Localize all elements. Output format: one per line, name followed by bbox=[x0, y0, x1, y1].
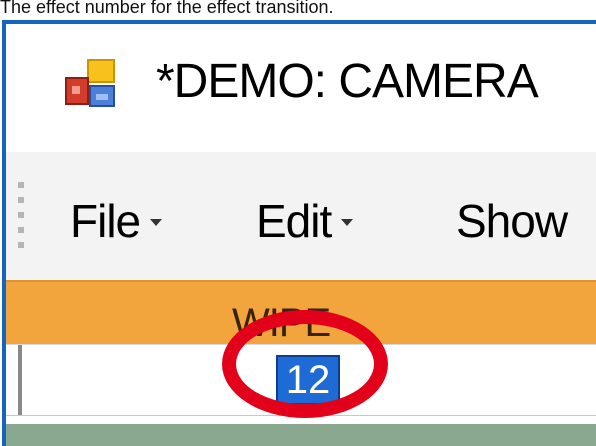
dropdown-arrow-icon bbox=[341, 219, 354, 227]
column-header-wipe[interactable]: WIPE bbox=[6, 280, 596, 345]
title-bar: *DEMO: CAMERA bbox=[6, 24, 596, 150]
app-icon bbox=[60, 56, 118, 112]
dropdown-arrow-icon bbox=[150, 219, 163, 227]
menu-file-label: File bbox=[70, 195, 141, 247]
row-edge bbox=[18, 345, 22, 415]
menu-bar: File Edit Show bbox=[6, 152, 596, 290]
next-row-strip bbox=[6, 424, 596, 446]
column-header-label: WIPE bbox=[232, 301, 331, 345]
app-window: *DEMO: CAMERA File Edit Show WIPE 12 bbox=[2, 20, 596, 446]
window-title: *DEMO: CAMERA bbox=[156, 55, 539, 108]
menu-show[interactable]: Show bbox=[456, 194, 568, 248]
table-row: 12 bbox=[6, 344, 596, 416]
menu-edit-label: Edit bbox=[256, 195, 332, 247]
menu-file[interactable]: File bbox=[70, 194, 163, 248]
menu-edit[interactable]: Edit bbox=[256, 194, 354, 248]
caption-text: The effect number for the effect transit… bbox=[0, 0, 334, 17]
toolbar-grip[interactable] bbox=[18, 182, 28, 254]
effect-number-cell[interactable]: 12 bbox=[276, 355, 340, 405]
menu-show-label: Show bbox=[456, 195, 568, 247]
